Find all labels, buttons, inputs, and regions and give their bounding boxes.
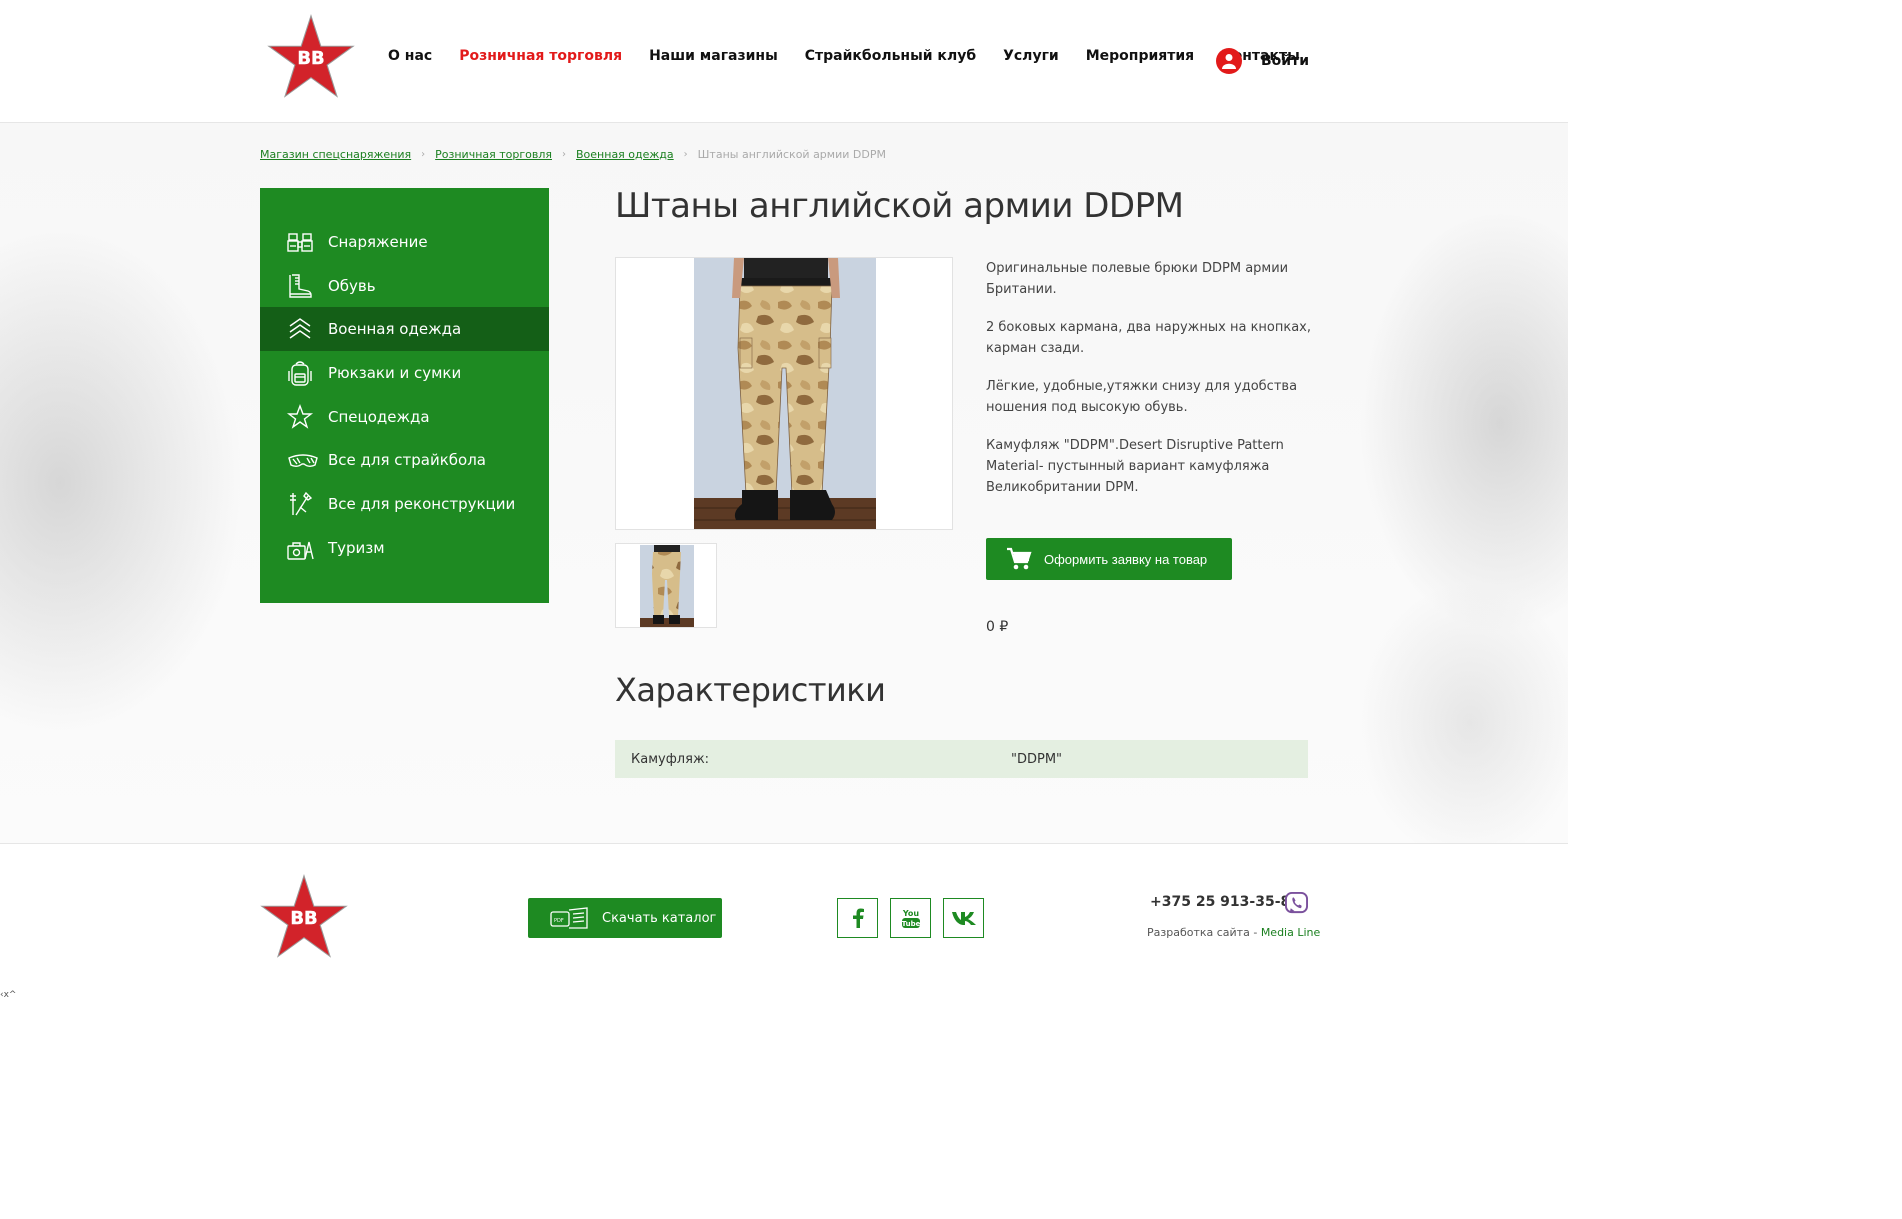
sidebar-item-reenactment[interactable]: Все для реконструкции <box>260 482 549 526</box>
main-nav: О нас Розничная торговля Наши магазины С… <box>388 48 1327 64</box>
sidebar-item-label: Военная одежда <box>328 320 462 339</box>
sidebar-item-label: Обувь <box>328 276 376 295</box>
sidebar-item-airsoft[interactable]: Все для страйкбола <box>260 438 549 482</box>
logo-text: ВВ <box>297 48 324 69</box>
backpack-icon <box>288 361 312 386</box>
sidebar-item-label: Снаряжение <box>328 232 428 251</box>
category-sidebar: Снаряжение Обувь Военная одежда Рюкзаки … <box>260 188 549 603</box>
youtube-icon: You Tube <box>901 909 920 928</box>
pdf-catalog-icon: PDF <box>550 907 588 929</box>
sidebar-item-workwear[interactable]: Спецодежда <box>260 395 549 439</box>
login-label: Войти <box>1261 53 1310 69</box>
logo-text: ВВ <box>290 908 317 929</box>
facebook-icon <box>852 908 864 928</box>
sidebar-item-tourism[interactable]: Туризм <box>260 526 549 570</box>
order-button-label: Оформить заявку на товар <box>1044 551 1208 567</box>
download-catalog-label: Скачать каталог <box>602 910 717 926</box>
sidebar-item-label: Туризм <box>328 538 385 557</box>
sidebar-item-military-clothing[interactable]: Военная одежда <box>260 307 549 352</box>
sidebar-item-equipment[interactable]: Снаряжение <box>260 220 549 264</box>
header: ВВ О нас Розничная торговля Наши магазин… <box>0 0 1568 122</box>
characteristics-row: Камуфляж: "DDPM" <box>615 740 1308 778</box>
vk-link[interactable] <box>943 898 984 938</box>
facebook-link[interactable] <box>837 898 878 938</box>
cart-icon <box>1007 547 1032 570</box>
order-button[interactable]: Оформить заявку на товар <box>986 538 1232 580</box>
product-title: Штаны английской армии DDPM <box>615 186 1184 226</box>
characteristic-value: "DDPM" <box>1011 751 1063 767</box>
nav-item-services[interactable]: Услуги <box>1003 48 1059 64</box>
sidebar-item-footwear[interactable]: Обувь <box>260 264 549 308</box>
footer-phone[interactable]: +375 25 913-35-86 <box>1150 894 1300 910</box>
sidebar-item-label: Все для реконструкции <box>328 494 516 513</box>
nav-item-retail[interactable]: Розничная торговля <box>459 48 622 64</box>
product-thumbnail[interactable] <box>615 543 717 628</box>
corner-artifact-text: ‹x^ <box>0 990 17 1000</box>
binoculars-icon <box>287 233 313 252</box>
product-main-image[interactable] <box>615 257 953 530</box>
developer-link[interactable]: Media Line <box>1261 926 1320 939</box>
sidebar-item-label: Рюкзаки и сумки <box>328 363 462 382</box>
sidebar-item-label: Спецодежда <box>328 407 430 426</box>
description-paragraph: Оригинальные полевые брюки DDPM армии Бр… <box>986 261 1289 297</box>
svg-text:PDF: PDF <box>554 918 564 924</box>
tools-icon <box>290 491 313 516</box>
developer-label: Разработка сайта - <box>1147 926 1261 939</box>
goggles-icon <box>288 454 318 468</box>
footer-logo[interactable]: ВВ <box>259 874 349 960</box>
breadcrumb-current: Штаны английской армии DDPM <box>697 148 886 161</box>
chevron-rank-icon <box>289 318 311 339</box>
product-price: 0 ₽ <box>986 619 1009 635</box>
description-paragraph: Лёгкие, удобные,утяжки снизу для удобств… <box>986 379 1298 415</box>
description-paragraph: 2 боковых кармана, два наружных на кнопк… <box>986 320 1312 356</box>
logo[interactable]: ВВ <box>266 14 356 100</box>
description-paragraph: Камуфляж "DDPM".Desert Disruptive Patter… <box>986 438 1284 495</box>
nav-item-events[interactable]: Мероприятия <box>1086 48 1194 64</box>
star-icon <box>286 403 314 429</box>
breadcrumb-separator-icon: › <box>683 149 688 160</box>
nav-item-airsoft-club[interactable]: Страйкбольный клуб <box>805 48 976 64</box>
breadcrumb-link[interactable]: Военная одежда <box>576 148 674 161</box>
sidebar-item-label: Все для страйкбола <box>328 451 486 470</box>
boot-icon <box>289 273 312 298</box>
product-description: Оригинальные полевые брюки DDPM армии Бр… <box>986 258 1314 515</box>
footer <box>0 845 1568 1005</box>
youtube-link[interactable]: You Tube <box>890 898 931 938</box>
viber-icon[interactable] <box>1285 892 1308 915</box>
breadcrumb-separator-icon: › <box>421 149 426 160</box>
developer-credit: Разработка сайта - Media Line <box>1147 926 1320 939</box>
characteristics-title: Характеристики <box>615 671 886 709</box>
svg-text:Tube: Tube <box>901 920 920 928</box>
download-catalog-button[interactable]: PDF Скачать каталог <box>528 898 722 938</box>
nav-item-shops[interactable]: Наши магазины <box>649 48 778 64</box>
breadcrumb-link[interactable]: Магазин спецснаряжения <box>260 148 411 161</box>
svg-text:You: You <box>901 909 919 918</box>
login-button[interactable]: Войти <box>1216 48 1309 74</box>
vk-icon <box>951 912 976 925</box>
breadcrumb-separator-icon: › <box>562 149 567 160</box>
nav-item-about[interactable]: О нас <box>388 48 432 64</box>
breadcrumb-link[interactable]: Розничная торговля <box>435 148 552 161</box>
user-icon <box>1216 48 1242 74</box>
camping-icon <box>287 541 314 560</box>
breadcrumb: Магазин спецснаряжения › Розничная торго… <box>260 148 886 161</box>
sidebar-item-backpacks[interactable]: Рюкзаки и сумки <box>260 351 549 395</box>
characteristic-key: Камуфляж: <box>631 751 710 767</box>
